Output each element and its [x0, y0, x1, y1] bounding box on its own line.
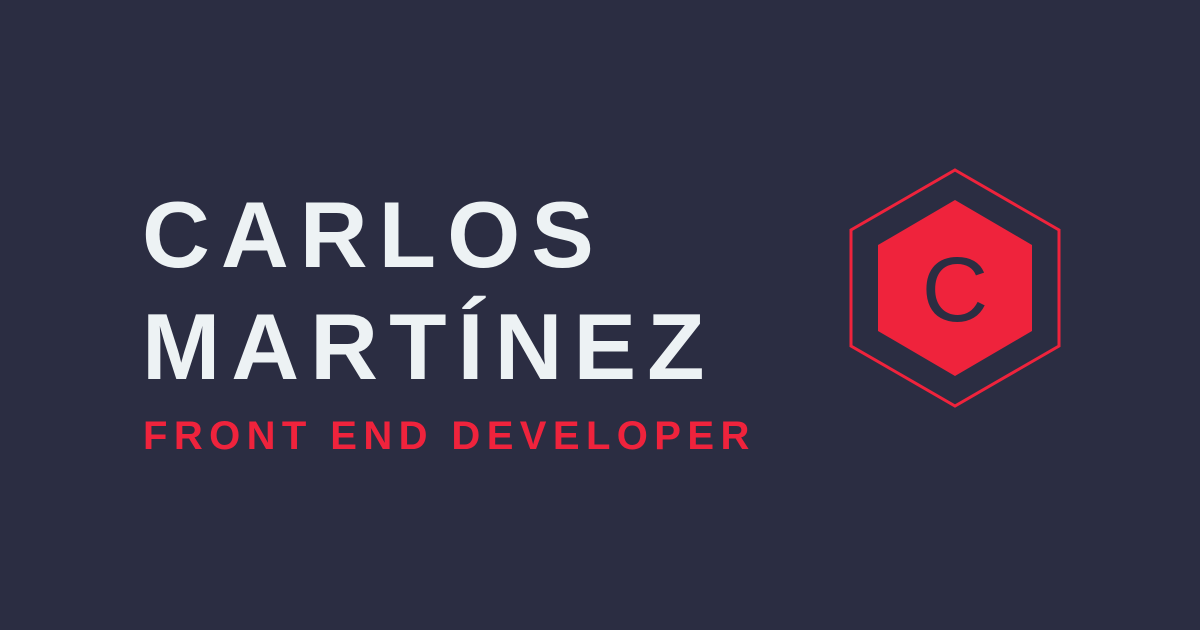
logo-letter: C: [922, 239, 988, 341]
social-card: CARLOS MARTÍNEZ FRONT END DEVELOPER C: [0, 0, 1200, 630]
job-title: FRONT END DEVELOPER: [143, 414, 756, 458]
first-name: CARLOS: [142, 182, 605, 287]
hexagon-logo-icon: C: [848, 168, 1062, 408]
last-name: MARTÍNEZ: [142, 294, 716, 399]
